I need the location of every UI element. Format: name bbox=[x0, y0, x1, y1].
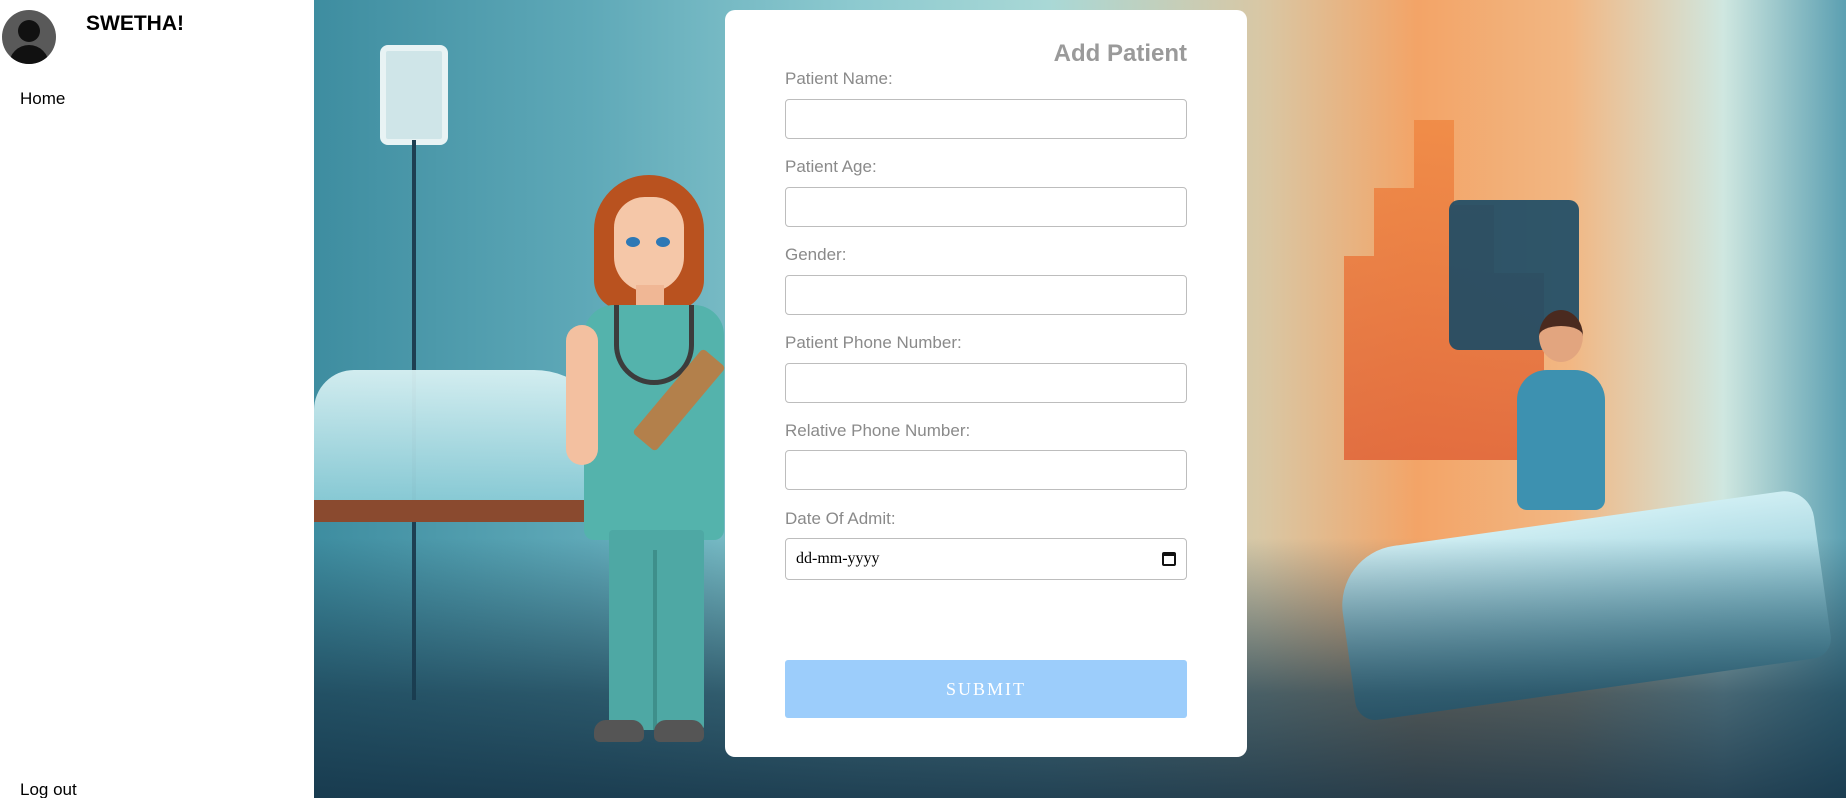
add-patient-form: Add Patient Patient Name: Patient Age: G… bbox=[725, 10, 1247, 757]
relative-phone-input[interactable] bbox=[785, 450, 1187, 490]
nurse-eye-right bbox=[656, 237, 670, 247]
nurse-arm bbox=[566, 325, 598, 465]
sidebar: SWETHA! Home Log out bbox=[0, 0, 314, 798]
gender-label: Gender: bbox=[785, 245, 847, 264]
patient-name-input[interactable] bbox=[785, 99, 1187, 139]
nurse-illustration bbox=[554, 175, 754, 765]
patient-name-label: Patient Name: bbox=[785, 69, 893, 88]
patient-phone-label: Patient Phone Number: bbox=[785, 333, 962, 352]
patient-phone-input[interactable] bbox=[785, 363, 1187, 403]
nurse-scrubs-pants bbox=[609, 530, 704, 730]
date-of-admit-input[interactable]: dd-mm-yyyy bbox=[785, 538, 1187, 580]
nurse-eye-left bbox=[626, 237, 640, 247]
patient-age-label: Patient Age: bbox=[785, 157, 877, 176]
nurse-shoe-right bbox=[654, 720, 704, 742]
doctor-body bbox=[1517, 370, 1605, 510]
nav-home-link[interactable]: Home bbox=[20, 89, 65, 109]
user-avatar-icon[interactable] bbox=[2, 10, 56, 64]
avatar-head bbox=[18, 20, 40, 42]
submit-button[interactable]: SUBMIT bbox=[785, 660, 1187, 718]
gender-input[interactable] bbox=[785, 275, 1187, 315]
doctor-head bbox=[1539, 310, 1583, 362]
nurse-shoe-left bbox=[594, 720, 644, 742]
calendar-icon[interactable] bbox=[1162, 552, 1176, 566]
nurse-face bbox=[614, 197, 684, 292]
avatar-torso bbox=[9, 45, 49, 64]
form-title: Add Patient bbox=[1053, 40, 1187, 67]
iv-monitor-illustration bbox=[380, 45, 448, 145]
date-placeholder: dd-mm-yyyy bbox=[796, 550, 880, 567]
username: SWETHA! bbox=[86, 12, 184, 35]
patient-age-input[interactable] bbox=[785, 187, 1187, 227]
date-of-admit-label: Date Of Admit: bbox=[785, 509, 896, 528]
relative-phone-label: Relative Phone Number: bbox=[785, 421, 971, 440]
nav-logout-link[interactable]: Log out bbox=[20, 780, 77, 798]
